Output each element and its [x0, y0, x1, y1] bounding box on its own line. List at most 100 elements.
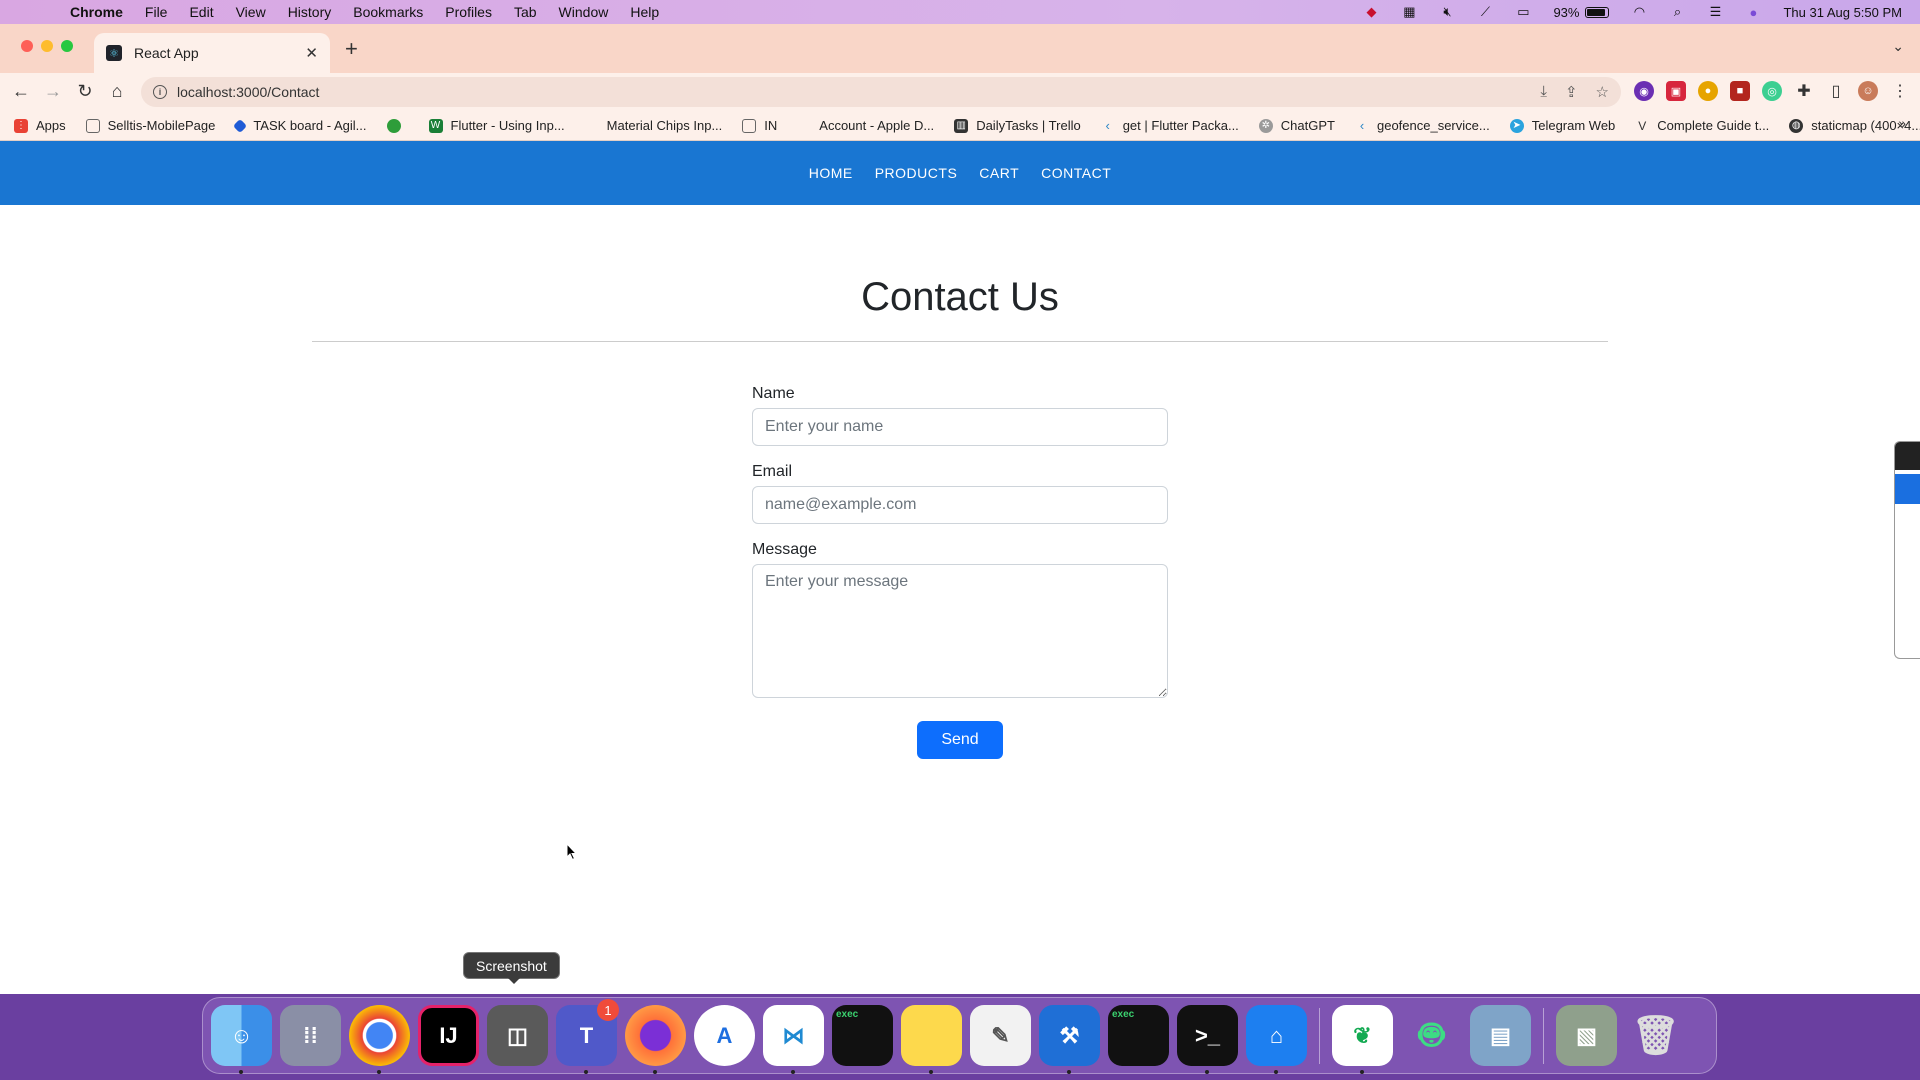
bookmark-in[interactable]: IN: [742, 118, 777, 133]
android-studio-icon[interactable]: 🤖︎: [1401, 1005, 1462, 1066]
bookmark-task-board[interactable]: TASK board - Agil...: [233, 118, 367, 133]
nav-home-link[interactable]: HOME: [809, 165, 853, 181]
tab-search-chevron-icon[interactable]: ⌄: [1892, 38, 1904, 55]
bookmark-flutter-input[interactable]: W Flutter - Using Inp...: [428, 118, 565, 133]
email-input[interactable]: [752, 486, 1168, 524]
finder-icon[interactable]: ☺: [211, 1005, 272, 1074]
menu-help[interactable]: Help: [630, 4, 659, 20]
nav-cart-link[interactable]: CART: [979, 165, 1019, 181]
menu-bookmarks[interactable]: Bookmarks: [353, 4, 423, 20]
menu-profiles[interactable]: Profiles: [445, 4, 492, 20]
zoom-window-button[interactable]: [61, 40, 73, 52]
spotlight-search-icon[interactable]: ⌕: [1669, 4, 1685, 19]
side-extension-widget[interactable]: [1894, 441, 1920, 659]
wifi-icon[interactable]: ◠: [1631, 4, 1647, 19]
app-store-icon[interactable]: A: [694, 1005, 755, 1066]
menu-tab[interactable]: Tab: [514, 4, 537, 20]
reload-icon[interactable]: ↻: [74, 81, 96, 102]
nav-products-link[interactable]: PRODUCTS: [875, 165, 958, 181]
url-text: localhost:3000/Contact: [177, 84, 320, 100]
grammar-icon[interactable]: ▦: [1401, 4, 1417, 19]
nav-contact-link[interactable]: CONTACT: [1041, 165, 1111, 181]
siri-icon[interactable]: ●: [1745, 5, 1761, 20]
extension-green-icon[interactable]: ◎: [1762, 81, 1782, 101]
preview-icon[interactable]: ▤: [1470, 1005, 1531, 1066]
message-textarea[interactable]: [752, 564, 1168, 698]
bluetooth-off-icon[interactable]: ⟋: [1477, 4, 1493, 19]
bookmark-chatgpt[interactable]: ✲ ChatGPT: [1258, 118, 1335, 133]
textedit-icon[interactable]: ✎: [970, 1005, 1031, 1066]
menu-file[interactable]: File: [145, 4, 168, 20]
extension-circle-icon[interactable]: ◉: [1634, 81, 1654, 101]
menu-view[interactable]: View: [236, 4, 266, 20]
extension-red-icon[interactable]: ■: [1730, 81, 1750, 101]
battery-percent: 93%: [1553, 4, 1580, 20]
control-center-icon[interactable]: ☰: [1707, 4, 1723, 19]
share-icon[interactable]: ⇪: [1565, 83, 1578, 101]
screenshot-icon[interactable]: ◫: [487, 1005, 548, 1066]
battery-indicator[interactable]: 93%: [1553, 4, 1610, 20]
extension-screen-capture-icon[interactable]: ▣: [1666, 81, 1686, 101]
xcode-icon[interactable]: ⚒: [1039, 1005, 1100, 1074]
trash-icon[interactable]: 🗑︎: [1625, 1005, 1686, 1066]
firefox-icon[interactable]: [625, 1005, 686, 1074]
bookmark-flutter-package[interactable]: ‹ get | Flutter Packa...: [1101, 118, 1239, 133]
terminal-icon[interactable]: >_: [1177, 1005, 1238, 1074]
simulator-icon[interactable]: ⌂: [1246, 1005, 1307, 1074]
tab-react-app[interactable]: ⚛ React App ✕: [94, 33, 330, 73]
extension-colorful-icon[interactable]: ●: [1698, 81, 1718, 101]
chrome-menu-icon[interactable]: ⋮: [1890, 81, 1910, 101]
back-icon[interactable]: ←: [10, 81, 32, 102]
menu-window[interactable]: Window: [559, 4, 609, 20]
home-icon[interactable]: ⌂: [106, 81, 128, 102]
teams-icon[interactable]: T1: [556, 999, 619, 1074]
new-tab-icon[interactable]: +: [345, 36, 358, 62]
menu-edit[interactable]: Edit: [189, 4, 213, 20]
bookmark-label: DailyTasks | Trello: [976, 118, 1081, 133]
profile-avatar[interactable]: ☺: [1858, 81, 1878, 101]
bookmark-green[interactable]: [386, 118, 409, 133]
close-window-button[interactable]: [21, 40, 33, 52]
bookmark-selltis[interactable]: Selltis-MobilePage: [85, 118, 216, 133]
menu-history[interactable]: History: [288, 4, 332, 20]
name-input[interactable]: [752, 408, 1168, 446]
menu-app-name[interactable]: Chrome: [70, 4, 123, 20]
launchpad-icon[interactable]: ⁞⁞: [280, 1005, 341, 1066]
intellij-idea-icon[interactable]: IJ: [418, 1005, 479, 1066]
downloads-stack-icon[interactable]: ▧: [1556, 1005, 1617, 1066]
site-info-icon[interactable]: i: [153, 85, 167, 99]
terminal-exec-icon-2[interactable]: exec: [1108, 1005, 1169, 1066]
install-icon[interactable]: ⤓: [1540, 83, 1547, 101]
bookmarks-bar: ⋮ Apps Selltis-MobilePage TASK board - Ag…: [0, 111, 1920, 141]
bookmark-telegram[interactable]: ➤ Telegram Web: [1509, 118, 1616, 133]
notes-icon[interactable]: [901, 1005, 962, 1074]
bookmark-trello[interactable]: ▥ DailyTasks | Trello: [954, 118, 1081, 133]
bookmark-apple-account[interactable]: Account - Apple D...: [797, 118, 934, 133]
mute-icon[interactable]: 🔇︎: [1439, 4, 1455, 19]
forward-icon[interactable]: →: [42, 81, 64, 102]
close-tab-icon[interactable]: ✕: [305, 44, 318, 62]
minimize-window-button[interactable]: [41, 40, 53, 52]
mongodb-compass-icon[interactable]: ❦: [1332, 1005, 1393, 1074]
folder-icon: [742, 118, 757, 133]
apple-menu-icon[interactable]: [18, 1, 40, 23]
bookmark-geofence[interactable]: ‹ geofence_service...: [1355, 118, 1490, 133]
address-bar[interactable]: i localhost:3000/Contact ⤓ ⇪ ☆: [141, 77, 1621, 107]
display-icon[interactable]: ▭: [1515, 4, 1531, 19]
mcafee-icon[interactable]: ◆: [1363, 4, 1379, 19]
send-button[interactable]: Send: [917, 721, 1003, 759]
side-panel-icon[interactable]: ▯: [1826, 81, 1846, 101]
clock[interactable]: Thu 31 Aug 5:50 PM: [1783, 5, 1902, 20]
bookmark-label: Selltis-MobilePage: [107, 118, 216, 133]
bookmark-apps[interactable]: ⋮ Apps: [14, 118, 66, 133]
vscode-icon[interactable]: ⋈: [763, 1005, 824, 1074]
chrome-icon[interactable]: [349, 1005, 410, 1074]
bookmarks-overflow-icon[interactable]: »: [1898, 115, 1906, 131]
bookmark-material-chips[interactable]: Material Chips Inp...: [607, 118, 723, 133]
terminal-exec-icon[interactable]: exec: [832, 1005, 893, 1066]
side-widget-header: [1895, 442, 1920, 470]
extensions-puzzle-icon[interactable]: ✚: [1794, 81, 1814, 101]
bookmark-complete-guide[interactable]: V Complete Guide t...: [1635, 118, 1769, 133]
bookmark-star-icon[interactable]: ☆: [1596, 83, 1609, 101]
bookmark-label: Telegram Web: [1531, 118, 1616, 133]
